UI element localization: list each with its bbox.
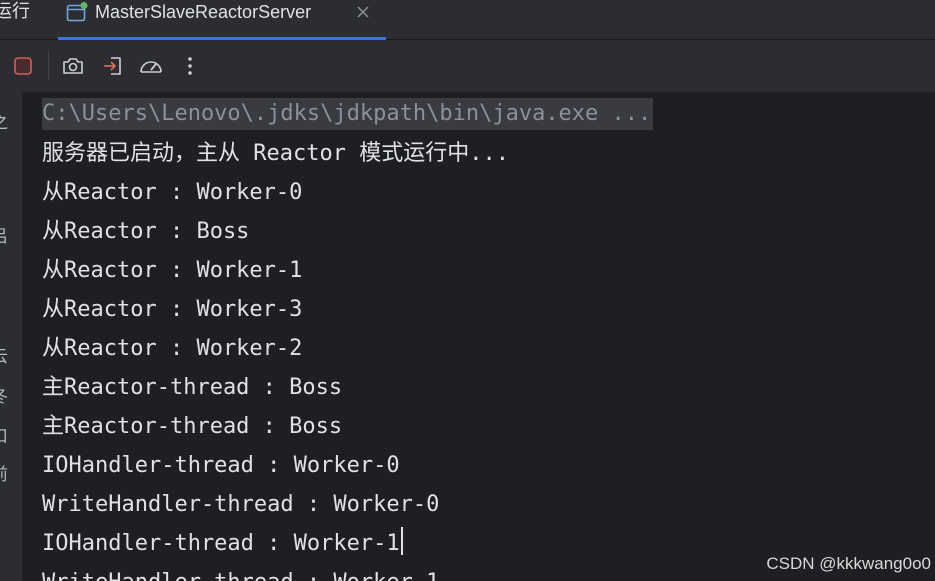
- console-line: 主Reactor-thread : Boss: [42, 375, 343, 400]
- profiler-button[interactable]: [138, 53, 164, 79]
- tab-master-slave-reactor-server[interactable]: MasterSlaveReactorServer: [58, 0, 386, 40]
- console-line-with-caret: IOHandler-thread : Worker-1: [42, 524, 403, 563]
- gutter-label[interactable]: 吕: [0, 222, 13, 247]
- console-line: 从Reactor : Worker-3: [42, 297, 303, 322]
- gutter-label[interactable]: 冬: [0, 382, 13, 407]
- gutter-label[interactable]: 口: [0, 422, 13, 447]
- gutter-label[interactable]: 前: [0, 460, 13, 485]
- console-line: 从Reactor : Boss: [42, 219, 250, 244]
- screenshot-button[interactable]: [60, 53, 86, 79]
- left-tool-strip: 之 吕 云 冬 口 前: [0, 92, 22, 581]
- console-line: 服务器已启动，主从 Reactor 模式运行中...: [42, 141, 509, 166]
- console-line: 从Reactor : Worker-0: [42, 180, 303, 205]
- camera-icon: [63, 58, 83, 74]
- close-icon[interactable]: [354, 3, 372, 21]
- stop-button[interactable]: [10, 53, 36, 79]
- exit-button[interactable]: [100, 53, 126, 79]
- console-line: IOHandler-thread : Worker-0: [42, 453, 400, 478]
- console-output[interactable]: C:\Users\Lenovo\.jdks\jdkpath\bin\java.e…: [22, 92, 935, 581]
- exit-icon: [104, 57, 121, 75]
- console-line: 主Reactor-thread : Boss: [42, 414, 343, 439]
- watermark: CSDN @kkkwang0o0: [766, 554, 931, 573]
- run-toolbar: [0, 40, 935, 92]
- console-line: WriteHandler-thread : Worker-0: [42, 492, 440, 517]
- run-tool-window: 运行 MasterSlaveReactorServer C:\Users\Len…: [0, 0, 935, 581]
- console-command-line[interactable]: C:\Users\Lenovo\.jdks\jdkpath\bin\java.e…: [42, 98, 654, 130]
- tab-bar: 运行 MasterSlaveReactorServer: [0, 0, 935, 40]
- stop-icon: [14, 57, 32, 75]
- console-line: 从Reactor : Worker-2: [42, 336, 303, 361]
- gutter-label[interactable]: 之: [0, 108, 13, 133]
- tool-window-title: 运行: [0, 1, 30, 22]
- application-window-icon: [66, 2, 88, 24]
- console-line: WriteHandler-thread : Worker-1: [42, 563, 439, 581]
- gauge-icon: [140, 61, 162, 73]
- gutter-label[interactable]: 云: [0, 342, 13, 367]
- toolbar-separator: [48, 52, 49, 80]
- more-vertical-icon: [188, 57, 192, 75]
- console-line-text: IOHandler-thread : Worker-1: [42, 531, 400, 556]
- more-options-button[interactable]: [177, 53, 203, 79]
- text-caret: [400, 527, 403, 555]
- tab-label: MasterSlaveReactorServer: [95, 2, 312, 22]
- console-line: 从Reactor : Worker-1: [42, 258, 303, 283]
